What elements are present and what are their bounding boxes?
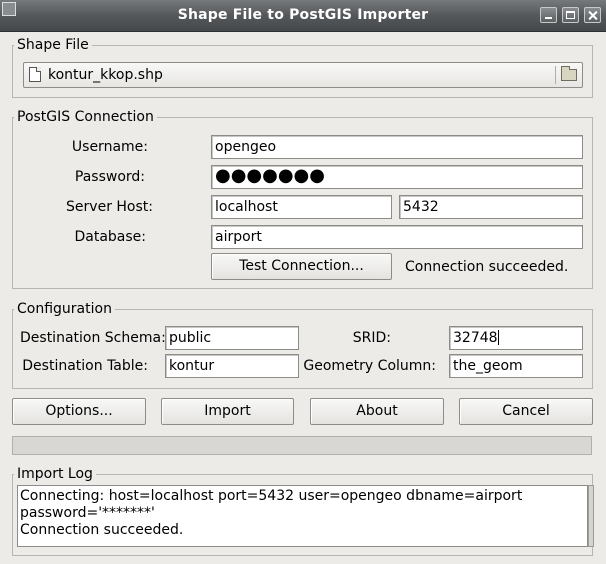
destination-table-field[interactable]: kontur [165,354,299,378]
username-field[interactable]: opengeo [211,135,583,159]
password-field[interactable]: ●●●●●●● [211,165,583,189]
destination-schema-field[interactable]: public [165,326,299,350]
username-label: Username: [71,139,148,155]
log-line: Connecting: host=localhost port=5432 use… [20,488,523,504]
srid-value: 32748 [453,330,498,346]
shape-file-frame-label: Shape File [14,37,92,53]
destination-schema-label: Destination Schema: [20,330,166,346]
database-label: Database: [74,229,146,245]
import-log-text[interactable]: Connecting: host=localhost port=5432 use… [17,485,588,547]
about-button[interactable]: About [310,398,444,425]
log-line: password='*******' [20,505,155,521]
geometry-column-label: Geometry Column: [303,358,436,374]
import-log-frame-label: Import Log [14,466,96,482]
password-label: Password: [74,169,145,185]
text-cursor [497,330,499,345]
log-scrollbar[interactable] [588,485,594,547]
maximize-icon[interactable] [562,7,579,23]
geometry-column-field[interactable]: the_geom [449,354,583,378]
minimize-icon[interactable] [540,7,557,23]
title-bar[interactable]: Shape File to PostGIS Importer [0,0,606,32]
window-title: Shape File to PostGIS Importer [177,7,429,23]
test-connection-button[interactable]: Test Connection... [211,253,392,280]
close-icon[interactable] [584,7,601,23]
server-host-label: Server Host: [66,199,153,215]
srid-label: SRID: [352,330,391,346]
server-port-field[interactable]: 5432 [399,195,583,219]
srid-field[interactable]: 32748 [449,326,583,350]
postgis-connection-frame-label: PostGIS Connection [14,109,157,125]
cancel-button[interactable]: Cancel [459,398,593,425]
database-field[interactable]: airport [211,225,583,249]
document-icon [29,67,41,82]
file-chooser-button[interactable]: kontur_kkop.shp [23,62,583,88]
options-button[interactable]: Options... [12,398,146,425]
import-progress-bar [12,436,592,455]
file-chooser-filename: kontur_kkop.shp [48,67,163,83]
log-line: Connection succeeded. [20,522,184,538]
connection-status-text: Connection succeeded. [405,259,569,275]
import-button[interactable]: Import [161,398,294,425]
folder-icon [561,66,577,81]
server-host-field[interactable]: localhost [211,195,392,219]
configuration-frame-label: Configuration [14,301,115,317]
file-chooser-separator [555,66,556,84]
destination-table-label: Destination Table: [22,358,148,374]
